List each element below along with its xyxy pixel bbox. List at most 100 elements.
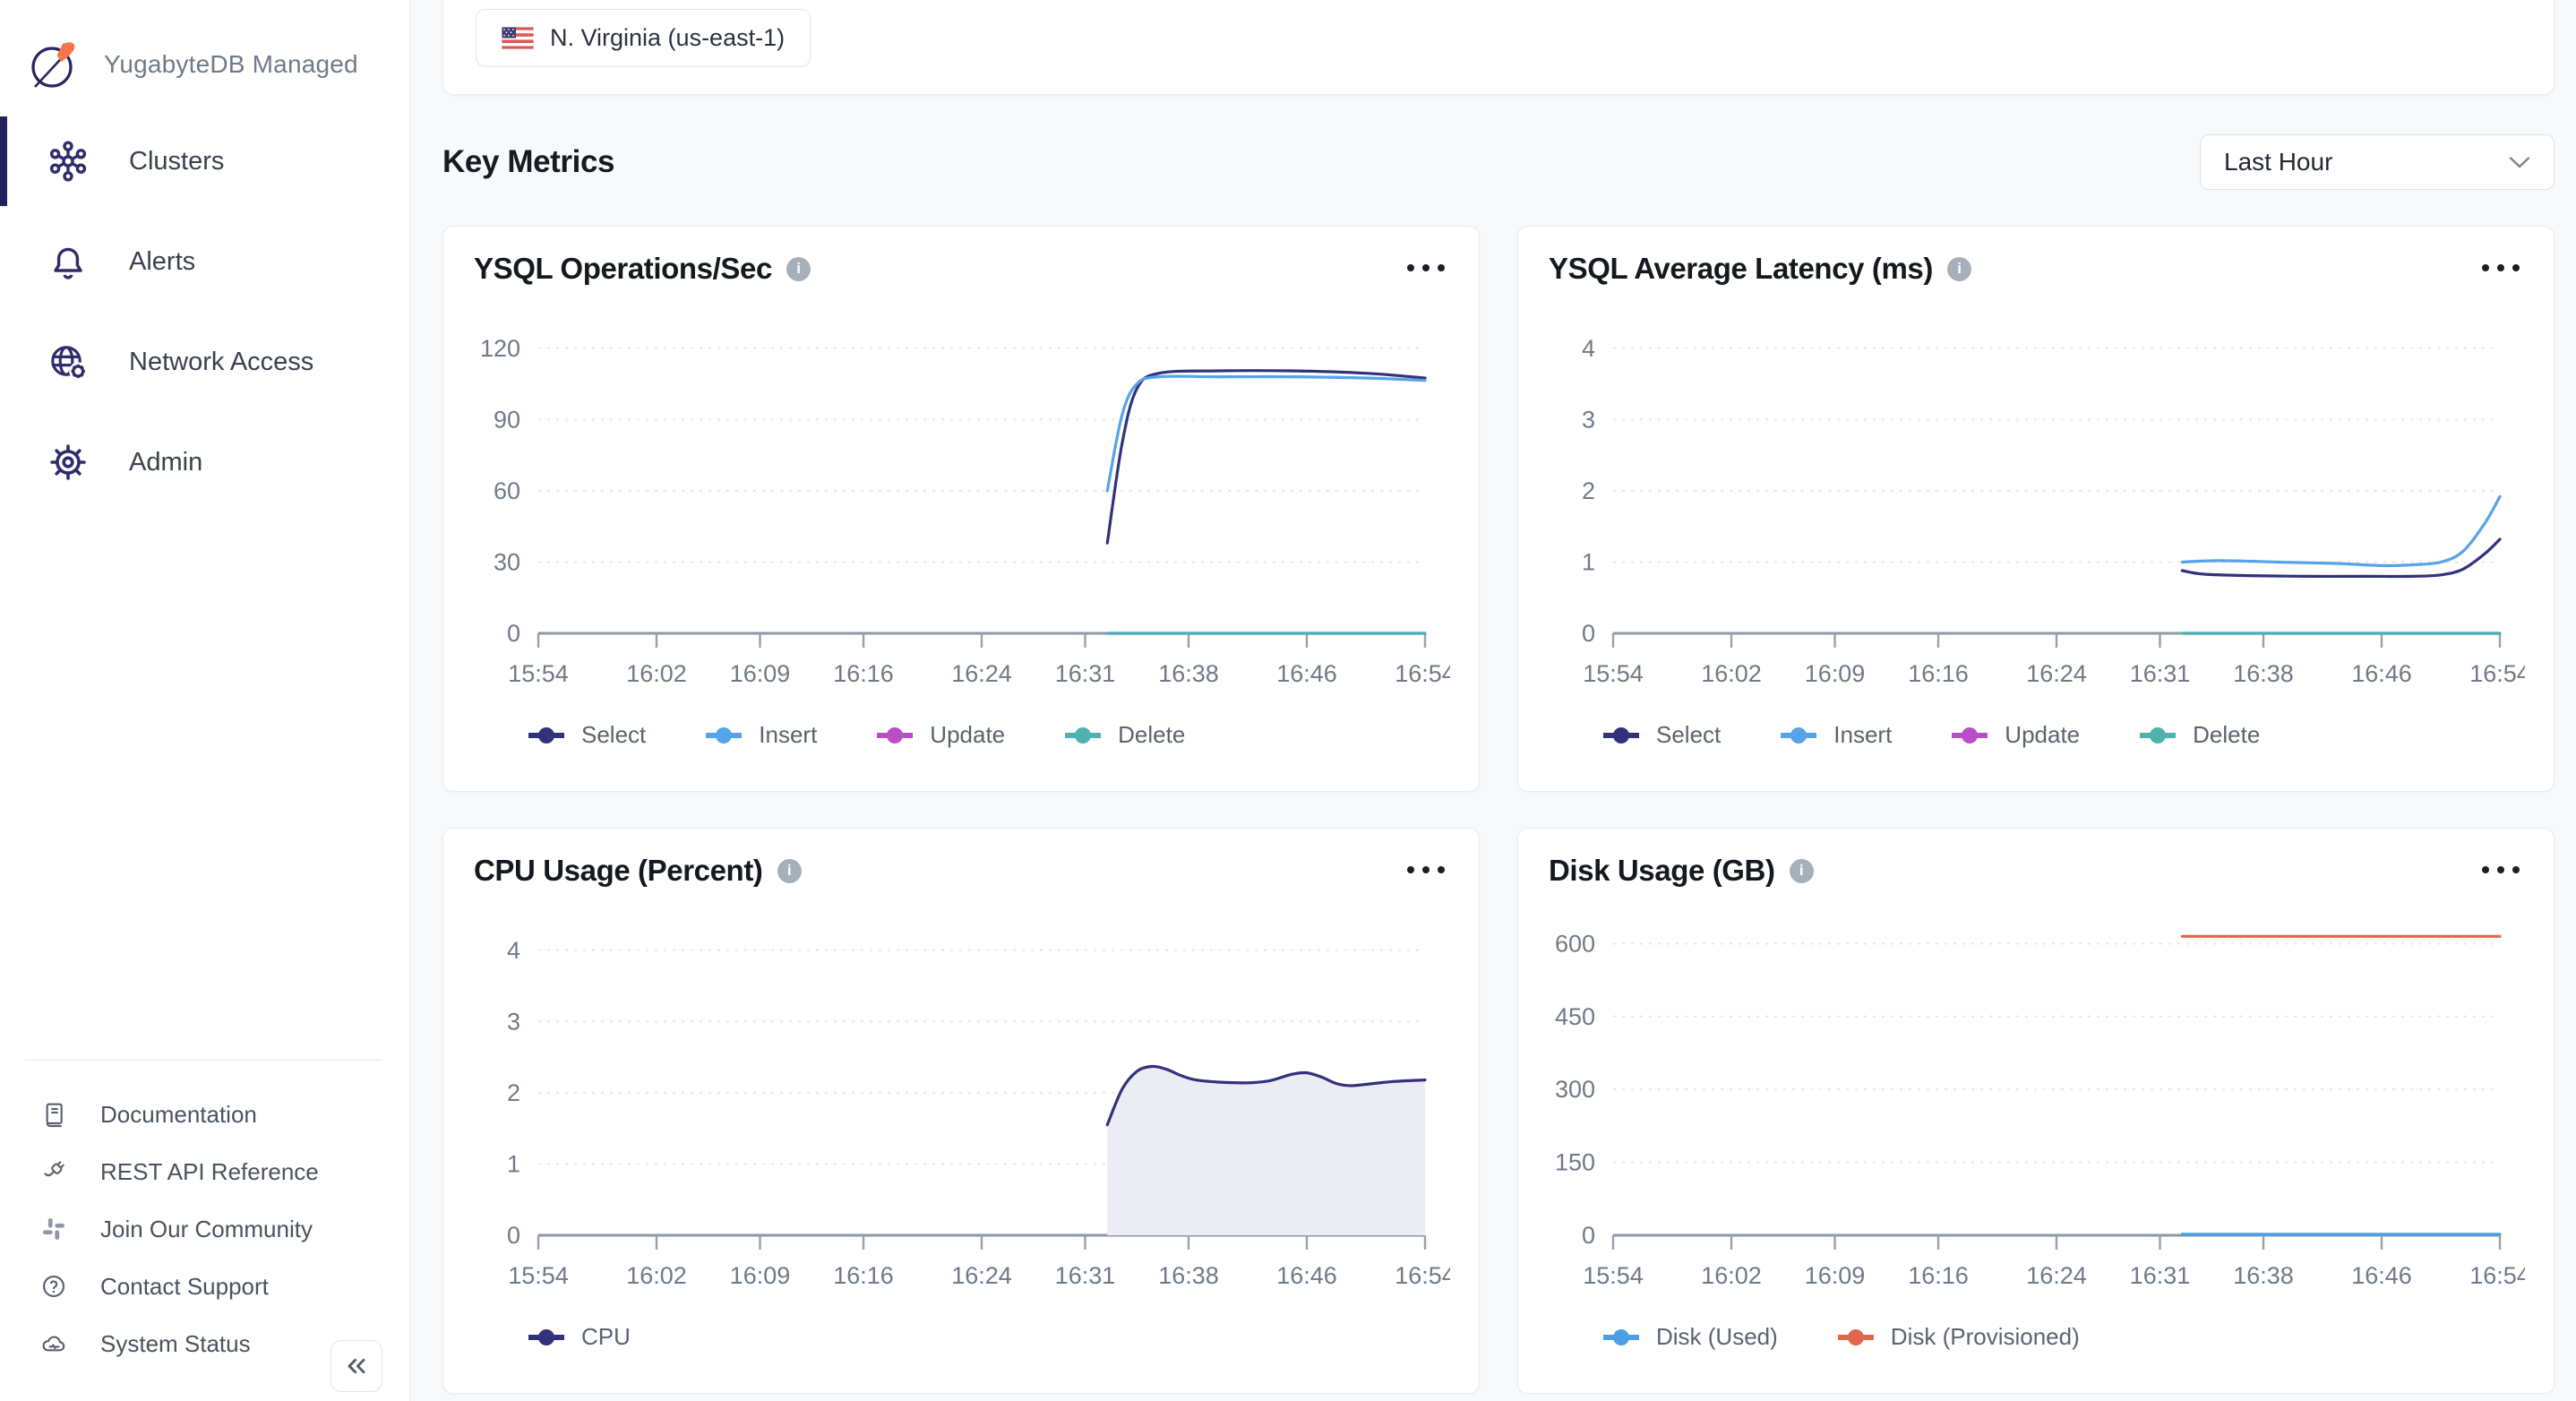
legend-marker-icon — [1062, 726, 1103, 744]
svg-text:15:54: 15:54 — [508, 660, 569, 687]
gear-icon — [47, 441, 90, 484]
legend-item[interactable]: Select — [526, 721, 646, 749]
card-menu-button[interactable] — [2477, 252, 2525, 284]
svg-text:30: 30 — [494, 549, 520, 576]
svg-text:16:54: 16:54 — [1395, 1262, 1450, 1289]
card-menu-button[interactable] — [2477, 854, 2525, 886]
legend-label: Update — [930, 721, 1005, 749]
svg-text:16:24: 16:24 — [2026, 1262, 2087, 1289]
svg-text:15:54: 15:54 — [508, 1262, 569, 1289]
legend-label: Insert — [1833, 721, 1892, 749]
metric-card-cpu-usage: CPU Usage (Percent) i 0123415:5416:0216:… — [442, 828, 1480, 1394]
legend-item[interactable]: Disk (Used) — [1601, 1323, 1778, 1351]
sidebar-collapse-button[interactable] — [331, 1340, 382, 1392]
legend-item[interactable]: Insert — [703, 721, 817, 749]
info-icon[interactable]: i — [1947, 257, 1971, 281]
legend-marker-icon — [526, 1328, 567, 1346]
time-range-select[interactable]: Last Hour — [2200, 134, 2555, 190]
sidebar-item-label: Alerts — [129, 247, 195, 277]
legend-marker-icon — [526, 726, 567, 744]
card-menu-button[interactable] — [1402, 854, 1450, 886]
legend-marker-icon — [1835, 1328, 1876, 1346]
legend-item[interactable]: Disk (Provisioned) — [1835, 1323, 2080, 1351]
slack-icon — [39, 1215, 68, 1243]
svg-text:2: 2 — [507, 1079, 520, 1106]
legend-item[interactable]: Update — [874, 721, 1005, 749]
legend-item[interactable]: Delete — [2137, 721, 2260, 749]
svg-text:60: 60 — [494, 477, 520, 504]
svg-text:16:16: 16:16 — [833, 1262, 894, 1289]
legend-item[interactable]: CPU — [526, 1323, 631, 1351]
sidebar-link-label: Contact Support — [100, 1273, 269, 1301]
svg-text:0: 0 — [1582, 1222, 1595, 1249]
legend-label: CPU — [581, 1323, 631, 1351]
svg-text:3: 3 — [507, 1008, 520, 1035]
legend-marker-icon — [874, 726, 915, 744]
svg-text:16:46: 16:46 — [2351, 660, 2412, 687]
legend-label: Disk (Used) — [1656, 1323, 1778, 1351]
svg-text:0: 0 — [507, 620, 520, 647]
legend-label: Disk (Provisioned) — [1891, 1323, 2080, 1351]
svg-text:4: 4 — [507, 937, 520, 964]
svg-text:16:09: 16:09 — [730, 1262, 791, 1289]
main-content: N. Virginia (us-east-1) Key Metrics Last… — [410, 0, 2576, 1401]
info-icon[interactable]: i — [777, 859, 802, 883]
metric-card-ysql-latency: YSQL Average Latency (ms) i 0123415:5416… — [1517, 226, 2555, 792]
svg-text:3: 3 — [1582, 406, 1595, 433]
metrics-grid: YSQL Operations/Sec i 030609012015:5416:… — [442, 226, 2555, 1394]
chart-legend: CPU — [474, 1323, 1450, 1351]
app-logo[interactable]: YugabyteDB Managed — [0, 0, 409, 106]
svg-text:16:46: 16:46 — [1276, 1262, 1337, 1289]
svg-text:16:16: 16:16 — [1908, 1262, 1969, 1289]
legend-item[interactable]: Select — [1601, 721, 1721, 749]
svg-text:16:31: 16:31 — [1055, 660, 1116, 687]
legend-item[interactable]: Update — [1949, 721, 2080, 749]
info-icon[interactable]: i — [786, 257, 811, 281]
svg-text:16:54: 16:54 — [1395, 660, 1450, 687]
sidebar-link-rest-api[interactable]: REST API Reference — [0, 1143, 409, 1200]
sidebar-item-network-access[interactable]: Network Access — [0, 312, 409, 412]
region-chip[interactable]: N. Virginia (us-east-1) — [476, 9, 811, 66]
sidebar: YugabyteDB Managed Clusters Alerts — [0, 0, 410, 1401]
sidebar-item-admin[interactable]: Admin — [0, 412, 409, 512]
sidebar-link-label: System Status — [100, 1330, 251, 1358]
svg-text:1: 1 — [507, 1151, 520, 1178]
bell-icon — [47, 240, 90, 283]
time-range-value: Last Hour — [2224, 148, 2332, 176]
chart-legend: Disk (Used) Disk (Provisioned) — [1549, 1323, 2525, 1351]
app-title: YugabyteDB Managed — [104, 50, 358, 79]
legend-label: Insert — [759, 721, 817, 749]
svg-text:16:31: 16:31 — [2130, 1262, 2191, 1289]
svg-text:16:16: 16:16 — [833, 660, 894, 687]
legend-item[interactable]: Insert — [1778, 721, 1892, 749]
svg-text:16:38: 16:38 — [1158, 1262, 1219, 1289]
svg-text:15:54: 15:54 — [1583, 1262, 1644, 1289]
svg-text:4: 4 — [1582, 335, 1595, 362]
sidebar-link-documentation[interactable]: Documentation — [0, 1086, 409, 1143]
svg-text:450: 450 — [1555, 1003, 1595, 1030]
svg-text:16:24: 16:24 — [951, 660, 1012, 687]
us-flag-icon — [502, 27, 534, 49]
sidebar-item-clusters[interactable]: Clusters — [0, 111, 409, 211]
sidebar-link-label: REST API Reference — [100, 1158, 319, 1186]
page-title: Key Metrics — [442, 144, 614, 180]
sidebar-link-community[interactable]: Join Our Community — [0, 1200, 409, 1258]
svg-text:16:38: 16:38 — [2233, 1262, 2294, 1289]
card-menu-button[interactable] — [1402, 252, 1450, 284]
sidebar-item-label: Admin — [129, 448, 202, 477]
chart-title: YSQL Average Latency (ms) i — [1549, 252, 1971, 286]
svg-text:300: 300 — [1555, 1076, 1595, 1103]
chart-title: YSQL Operations/Sec i — [474, 252, 811, 286]
sidebar-item-alerts[interactable]: Alerts — [0, 211, 409, 312]
legend-label: Delete — [2193, 721, 2260, 749]
svg-text:600: 600 — [1555, 930, 1595, 957]
chart-title: Disk Usage (GB) i — [1549, 854, 1814, 888]
svg-text:15:54: 15:54 — [1583, 660, 1644, 687]
legend-item[interactable]: Delete — [1062, 721, 1185, 749]
sidebar-link-support[interactable]: Contact Support — [0, 1258, 409, 1315]
region-chip-label: N. Virginia (us-east-1) — [550, 24, 785, 52]
cloud-status-icon — [39, 1329, 68, 1358]
svg-text:16:38: 16:38 — [2233, 660, 2294, 687]
svg-text:16:09: 16:09 — [1805, 660, 1866, 687]
info-icon[interactable]: i — [1790, 859, 1814, 883]
